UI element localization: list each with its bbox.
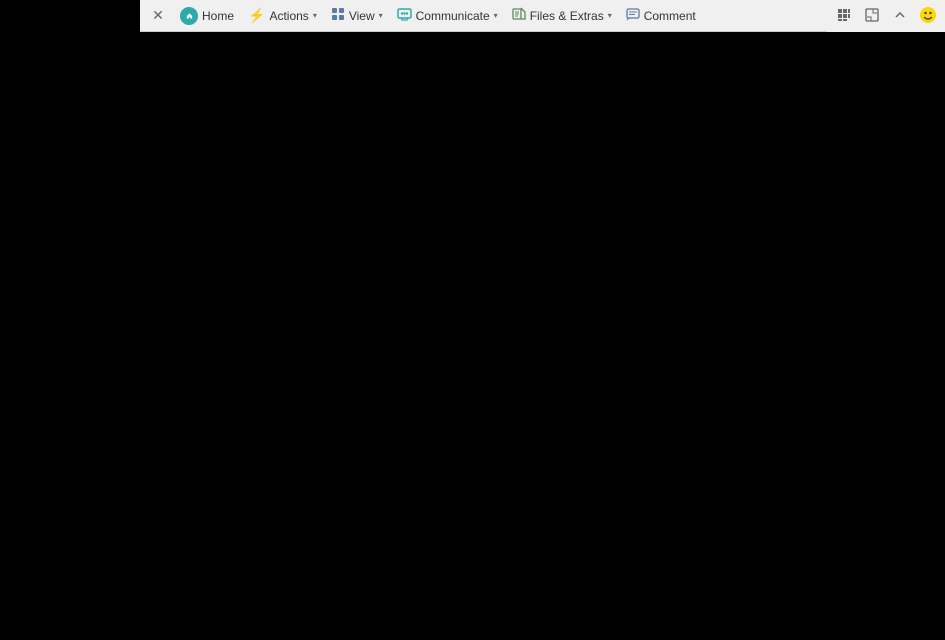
main-content xyxy=(0,32,945,640)
emoji-icon xyxy=(919,6,937,27)
files-extras-label: Files & Extras xyxy=(530,9,604,23)
grid-icon xyxy=(837,8,851,25)
view-button[interactable]: View ▾ xyxy=(325,3,389,29)
actions-icon: ⚡ xyxy=(248,7,265,24)
home-icon xyxy=(180,7,198,25)
toolbar-right xyxy=(827,0,945,32)
resize-icon xyxy=(865,8,879,25)
files-extras-button[interactable]: Files & Extras ▾ xyxy=(506,3,618,29)
communicate-icon xyxy=(397,8,412,24)
home-label: Home xyxy=(202,9,234,23)
resize-button[interactable] xyxy=(859,3,885,29)
comment-label: Comment xyxy=(644,9,696,23)
view-label: View xyxy=(349,9,375,23)
view-chevron-icon: ▾ xyxy=(379,11,383,20)
collapse-button[interactable] xyxy=(887,3,913,29)
grid-view-button[interactable] xyxy=(831,3,857,29)
communicate-button[interactable]: Communicate ▾ xyxy=(391,3,504,29)
files-icon xyxy=(512,7,526,24)
home-button[interactable]: Home xyxy=(174,3,240,29)
actions-chevron-icon: ▾ xyxy=(313,11,317,20)
comment-icon xyxy=(626,8,640,24)
collapse-icon xyxy=(893,8,907,25)
view-icon xyxy=(331,7,345,24)
close-button[interactable]: ✕ xyxy=(144,3,172,29)
close-icon: ✕ xyxy=(152,7,164,24)
comment-button[interactable]: Comment xyxy=(620,3,702,29)
communicate-label: Communicate xyxy=(416,9,490,23)
communicate-chevron-icon: ▾ xyxy=(494,11,498,20)
actions-label: Actions xyxy=(269,9,308,23)
files-extras-chevron-icon: ▾ xyxy=(608,11,612,20)
actions-button[interactable]: ⚡ Actions ▾ xyxy=(242,3,323,29)
toolbar: ✕ Home ⚡ Actions ▾ View ▾ xyxy=(140,0,945,32)
emoji-button[interactable] xyxy=(915,3,941,29)
